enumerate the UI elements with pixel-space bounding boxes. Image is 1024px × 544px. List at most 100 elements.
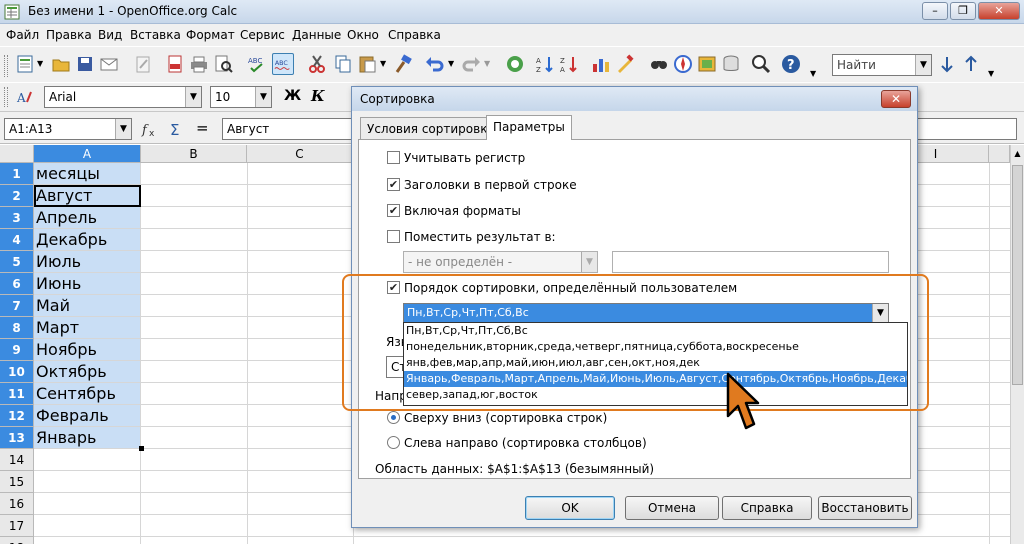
chevron-down-icon[interactable]: ▼	[872, 304, 888, 322]
dialog-close-button[interactable]: ✕	[881, 90, 911, 108]
toolbar-grip[interactable]	[4, 87, 8, 107]
sort-descending-icon[interactable]: ZA	[558, 53, 580, 75]
function-button[interactable]: =	[196, 119, 209, 137]
minimize-button[interactable]: –	[922, 2, 948, 20]
row-header[interactable]: 18	[0, 537, 34, 544]
row-header[interactable]: 12	[0, 405, 34, 427]
row-header[interactable]: 10	[0, 361, 34, 383]
list-item[interactable]: понедельник,вторник,среда,четверг,пятниц…	[404, 339, 907, 355]
paste-icon[interactable]	[356, 53, 378, 75]
export-pdf-icon[interactable]	[164, 53, 186, 75]
open-folder-icon[interactable]	[50, 53, 72, 75]
autospellcheck-icon[interactable]: ABC	[272, 53, 294, 75]
custom-order-checkbox[interactable]: ✔	[387, 281, 400, 294]
tab-sort-criteria[interactable]: Условия сортировки	[360, 117, 503, 139]
row-header[interactable]: 14	[0, 449, 34, 471]
sum-icon[interactable]: Σ	[166, 118, 188, 140]
cell-a1[interactable]: месяцы	[34, 163, 141, 185]
cancel-button[interactable]: Отмена	[625, 496, 719, 520]
cell-a11[interactable]: Сентябрь	[34, 383, 141, 405]
chevron-down-icon[interactable]: ▼	[37, 59, 43, 68]
chevron-down-icon[interactable]: ▼	[915, 55, 931, 75]
chevron-down-icon[interactable]: ▼	[185, 87, 201, 107]
new-document-icon[interactable]	[14, 53, 36, 75]
row-header[interactable]: 17	[0, 515, 34, 537]
row-header[interactable]: 6	[0, 273, 34, 295]
top-to-bottom-radio[interactable]	[387, 411, 400, 424]
left-to-right-radio[interactable]	[387, 436, 400, 449]
menu-file[interactable]: Файл	[6, 28, 39, 42]
cell-a8[interactable]: Март	[34, 317, 141, 339]
row-header[interactable]: 5	[0, 251, 34, 273]
scroll-thumb[interactable]	[1012, 165, 1023, 385]
cut-icon[interactable]	[306, 53, 328, 75]
undo-icon[interactable]	[424, 53, 446, 75]
sort-ascending-icon[interactable]: AZ	[534, 53, 556, 75]
menu-format[interactable]: Формат	[186, 28, 235, 42]
cell-a17[interactable]	[34, 515, 141, 537]
toolbar-overflow-icon[interactable]: ▼	[810, 69, 816, 78]
row-header[interactable]: 3	[0, 207, 34, 229]
edit-file-icon[interactable]	[132, 53, 154, 75]
chevron-down-icon[interactable]: ▼	[380, 59, 386, 68]
hyperlink-icon[interactable]	[504, 53, 526, 75]
redo-icon[interactable]	[460, 53, 482, 75]
vertical-scrollbar[interactable]: ▲	[1010, 145, 1024, 544]
row-header[interactable]: 13	[0, 427, 34, 449]
cell-a10[interactable]: Октябрь	[34, 361, 141, 383]
italic-button[interactable]: К	[311, 87, 325, 105]
cell-a5[interactable]: Июль	[34, 251, 141, 273]
menu-view[interactable]: Вид	[98, 28, 122, 42]
spellcheck-icon[interactable]: ABC	[246, 53, 268, 75]
row-header[interactable]: 2	[0, 185, 34, 207]
list-item[interactable]: янв,фев,мар,апр,май,июн,июл,авг,сен,окт,…	[404, 355, 907, 371]
row-header[interactable]: 16	[0, 493, 34, 515]
copy-icon[interactable]	[332, 53, 354, 75]
cell-a7[interactable]: Май	[34, 295, 141, 317]
copy-results-checkbox[interactable]	[387, 230, 400, 243]
font-size-input[interactable]: 10 ▼	[210, 86, 272, 108]
print-preview-icon[interactable]	[212, 53, 234, 75]
menu-edit[interactable]: Правка	[46, 28, 92, 42]
find-next-arrow-icon[interactable]	[936, 53, 958, 75]
find-input[interactable]: Найти ▼	[832, 54, 932, 76]
reset-button[interactable]: Восстановить	[818, 496, 912, 520]
cell-a16[interactable]	[34, 493, 141, 515]
custom-order-select[interactable]: Пн,Вт,Ср,Чт,Пт,Сб,Вс ▼	[403, 303, 889, 323]
draw-functions-icon[interactable]	[614, 53, 636, 75]
name-box[interactable]: A1:A13 ▼	[4, 118, 132, 140]
chevron-down-icon[interactable]: ▼	[255, 87, 271, 107]
tab-options[interactable]: Параметры	[486, 115, 572, 140]
table-row[interactable]	[141, 537, 1010, 544]
row-header[interactable]: 9	[0, 339, 34, 361]
row-header[interactable]: 1	[0, 163, 34, 185]
styles-icon[interactable]: A	[14, 86, 36, 108]
chevron-down-icon[interactable]: ▼	[448, 59, 454, 68]
menu-window[interactable]: Окно	[347, 28, 379, 42]
cell-a13[interactable]: Январь	[34, 427, 141, 449]
row-header[interactable]: 7	[0, 295, 34, 317]
navigator-icon[interactable]	[672, 53, 694, 75]
insert-chart-icon[interactable]	[590, 53, 612, 75]
font-name-input[interactable]: Arial ▼	[44, 86, 202, 108]
copy-results-input[interactable]	[612, 251, 889, 273]
ok-button[interactable]: OK	[525, 496, 615, 520]
cell-a3[interactable]: Апрель	[34, 207, 141, 229]
cell-a4[interactable]: Декабрь	[34, 229, 141, 251]
menu-data[interactable]: Данные	[292, 28, 341, 42]
row-header[interactable]: 8	[0, 317, 34, 339]
column-header-c[interactable]: C	[247, 145, 353, 163]
function-wizard-icon[interactable]: fx	[140, 118, 162, 140]
include-formats-checkbox[interactable]: ✔	[387, 204, 400, 217]
print-icon[interactable]	[188, 53, 210, 75]
row-header[interactable]: 15	[0, 471, 34, 493]
cell-a12[interactable]: Февраль	[34, 405, 141, 427]
column-header-b[interactable]: B	[141, 145, 247, 163]
toolbar-grip[interactable]	[4, 55, 8, 77]
menu-tools[interactable]: Сервис	[240, 28, 285, 42]
bold-button[interactable]: Ж	[284, 88, 301, 104]
zoom-icon[interactable]	[750, 53, 772, 75]
list-item[interactable]: север,запад,юг,восток	[404, 387, 907, 403]
chevron-down-icon[interactable]: ▼	[484, 59, 490, 68]
menu-insert[interactable]: Вставка	[130, 28, 181, 42]
